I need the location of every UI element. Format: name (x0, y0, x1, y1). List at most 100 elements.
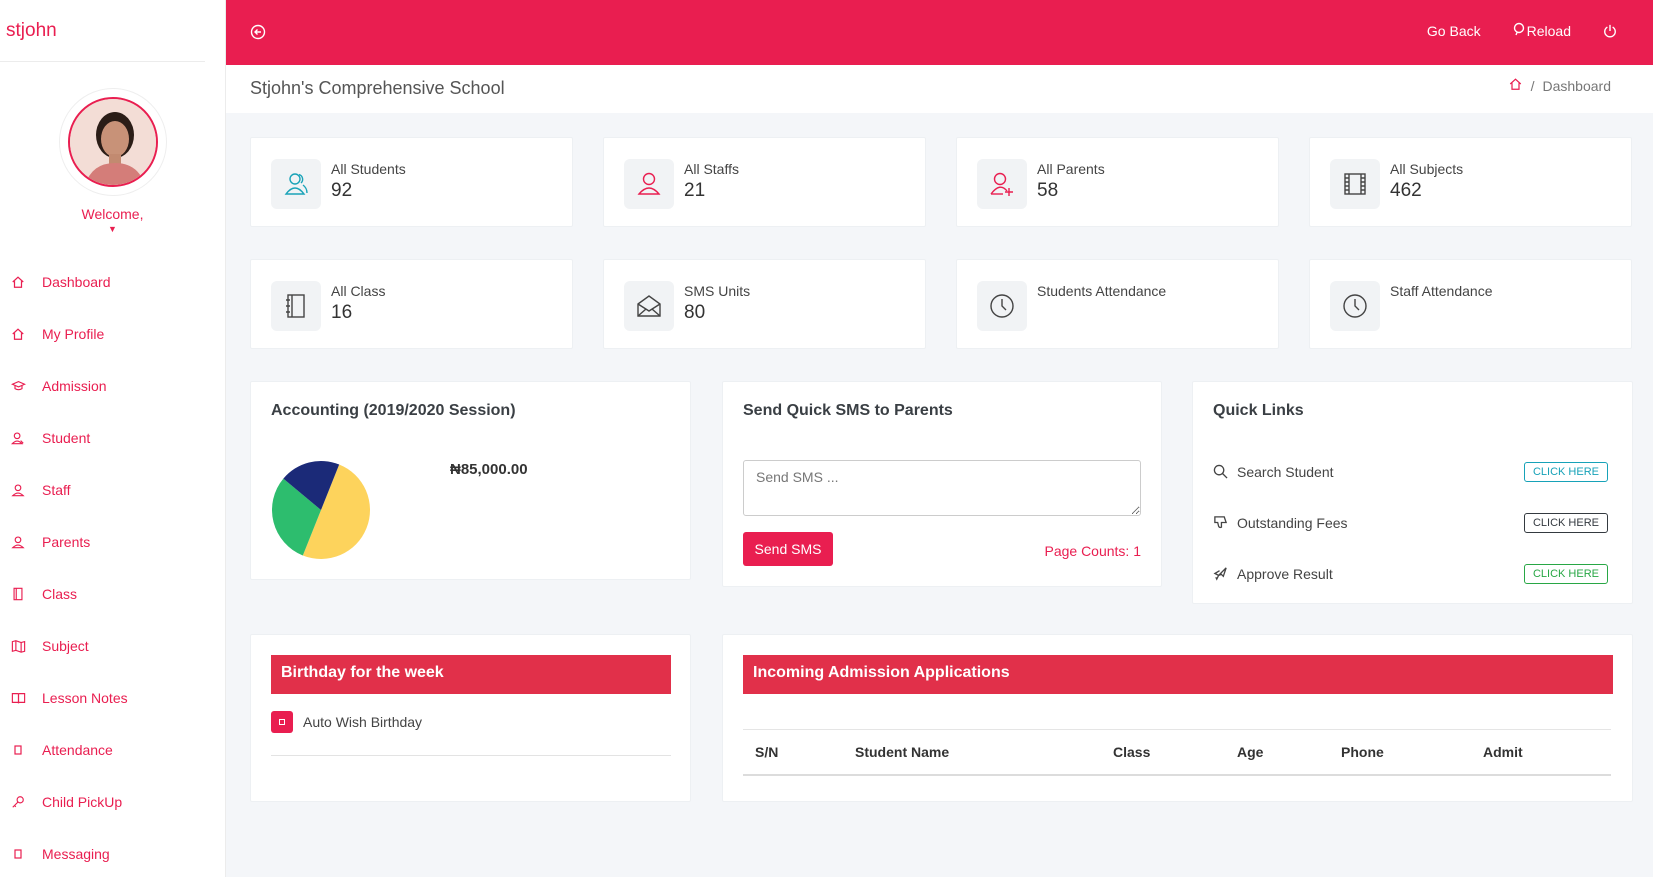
sidebar-item-label: My Profile (42, 326, 105, 342)
home-icon (10, 274, 26, 290)
sidebar-item-label: Staff (42, 482, 71, 498)
column-header-age[interactable]: Age (1225, 729, 1329, 776)
thumbs-down-icon (1213, 515, 1229, 531)
sidebar-item-label: Lesson Notes (42, 690, 128, 706)
user-icon (624, 159, 674, 209)
user-plus-icon (977, 159, 1027, 209)
map-icon (10, 638, 26, 654)
go-back-button[interactable]: Go Back (1427, 23, 1481, 39)
stat-card-all-parents[interactable]: All Parents 58 (956, 137, 1279, 227)
table-header-row: S/N Student Name Class Age Phone Admit (743, 729, 1611, 776)
breadcrumb: / Dashboard (1508, 77, 1611, 94)
admissions-table: S/N Student Name Class Age Phone Admit (743, 729, 1611, 776)
stat-card-students-attendance[interactable]: Students Attendance (956, 259, 1279, 349)
sidebar-item-child-pickup[interactable]: Child PickUp (0, 776, 225, 828)
stat-label: All Parents (1037, 161, 1105, 177)
welcome-text: Welcome, (81, 206, 144, 222)
admission-applications-panel: Incoming Admission Applications S/N Stud… (722, 634, 1633, 802)
stat-card-all-students[interactable]: All Students 92 (250, 137, 573, 227)
sidebar: stjohn Welcome, ▼ Dashboard My Profile A… (0, 0, 226, 877)
search-icon (1213, 464, 1229, 480)
home-icon (10, 326, 26, 342)
sidebar-item-label: Attendance (42, 742, 113, 758)
quick-link-label: Approve Result (1237, 566, 1333, 582)
book-icon (10, 586, 26, 602)
approve-result-button[interactable]: CLICK HERE (1523, 564, 1608, 584)
sidebar-nav: Dashboard My Profile Admission Student S… (0, 256, 225, 877)
stat-value: 92 (331, 180, 353, 201)
small-square-icon (10, 846, 26, 862)
stat-label: SMS Units (684, 283, 751, 299)
sms-title: Send Quick SMS to Parents (743, 402, 953, 419)
sidebar-item-messaging[interactable]: Messaging (0, 828, 225, 877)
stat-card-all-class[interactable]: All Class 16 (250, 259, 573, 349)
sidebar-item-class[interactable]: Class (0, 568, 225, 620)
stat-value: 58 (1037, 180, 1059, 201)
auto-wish-row: Auto Wish Birthday (271, 711, 422, 733)
quick-link-approve-result: Approve Result CLICK HERE (1213, 562, 1608, 586)
auto-wish-checkbox[interactable] (271, 711, 293, 733)
reload-label: Reload (1526, 22, 1571, 39)
quick-link-label: Outstanding Fees (1237, 515, 1348, 531)
sidebar-item-label: Dashboard (42, 274, 111, 290)
outstanding-fees-button[interactable]: CLICK HERE (1523, 513, 1608, 533)
column-header-admit[interactable]: Admit (1471, 729, 1611, 776)
birthday-title: Birthday for the week (271, 655, 671, 694)
sidebar-item-student[interactable]: Student (0, 412, 225, 464)
column-header-class[interactable]: Class (1101, 729, 1225, 776)
topbar: Go Back Reload (226, 0, 1653, 65)
search-student-button[interactable]: CLICK HERE (1523, 462, 1608, 482)
stat-card-staff-attendance[interactable]: Staff Attendance (1309, 259, 1632, 349)
quick-links-panel: Quick Links Search Student CLICK HERE Ou… (1192, 381, 1633, 604)
power-icon[interactable] (1603, 24, 1617, 38)
stat-card-sms-units[interactable]: SMS Units 80 (603, 259, 926, 349)
stat-label: Staff Attendance (1390, 283, 1493, 299)
notebook-icon (271, 281, 321, 331)
quick-link-search-student: Search Student CLICK HERE (1213, 460, 1608, 484)
reload-button[interactable]: Reload (1513, 22, 1571, 39)
sidebar-item-my-profile[interactable]: My Profile (0, 308, 225, 360)
sidebar-item-dashboard[interactable]: Dashboard (0, 256, 225, 308)
stat-label: All Students (331, 161, 406, 177)
stat-label: Students Attendance (1037, 283, 1167, 299)
key-icon (10, 794, 26, 810)
film-icon (1330, 159, 1380, 209)
sms-message-input[interactable] (743, 460, 1141, 516)
stat-label: All Class (331, 283, 386, 299)
back-arrow-icon[interactable] (250, 24, 266, 45)
accounting-amount: ₦85,000.00 (450, 461, 528, 478)
notebook-icon (10, 690, 26, 706)
stat-value: 21 (684, 180, 706, 201)
page-counts: Page Counts: 1 (1044, 543, 1141, 559)
sidebar-item-label: Parents (42, 534, 91, 550)
breadcrumb-separator: / (1530, 77, 1535, 94)
stat-card-all-staffs[interactable]: All Staffs 21 (603, 137, 926, 227)
stat-card-all-subjects[interactable]: All Subjects 462 (1309, 137, 1632, 227)
sidebar-item-attendance[interactable]: Attendance (0, 724, 225, 776)
stat-label: All Subjects (1390, 161, 1464, 177)
send-sms-button[interactable]: Send SMS (743, 532, 833, 566)
home-icon[interactable] (1508, 77, 1523, 94)
rocket-icon (1213, 566, 1229, 582)
column-header-student-name[interactable]: Student Name (843, 729, 1101, 776)
sidebar-item-label: Class (42, 586, 78, 602)
avatar[interactable] (67, 97, 158, 187)
sidebar-item-staff[interactable]: Staff (0, 464, 225, 516)
profile-dropdown-caret-icon[interactable]: ▼ (0, 224, 225, 234)
column-header-phone[interactable]: Phone (1329, 729, 1471, 776)
sidebar-item-parents[interactable]: Parents (0, 516, 225, 568)
column-header-sn[interactable]: S/N (743, 729, 843, 776)
sidebar-item-admission[interactable]: Admission (0, 360, 225, 412)
admissions-title: Incoming Admission Applications (743, 655, 1613, 694)
user-icon (10, 534, 26, 550)
accounting-pie-chart (272, 461, 370, 559)
sidebar-item-lesson-notes[interactable]: Lesson Notes (0, 672, 225, 724)
quick-sms-panel: Send Quick SMS to Parents Send SMS Page … (722, 381, 1162, 587)
stat-label: All Staffs (684, 161, 739, 177)
brand-logo[interactable]: stjohn (0, 0, 205, 62)
sidebar-item-label: Subject (42, 638, 89, 654)
sidebar-item-subject[interactable]: Subject (0, 620, 225, 672)
avatar-frame (58, 88, 167, 196)
top-actions: Go Back Reload (1427, 22, 1617, 39)
clock-icon (1330, 281, 1380, 331)
